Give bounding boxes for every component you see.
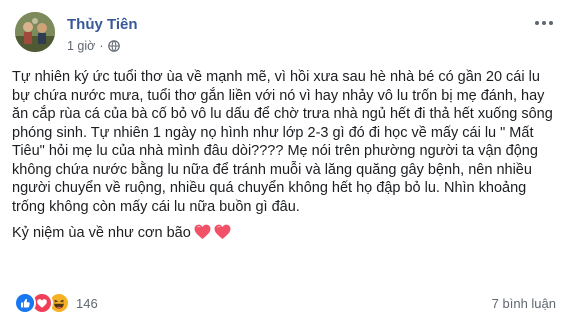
reaction-summary[interactable]: 146 [14, 292, 98, 314]
meta-separator: · [99, 39, 104, 53]
post-paragraph-1: Tự nhiên ký ức tuổi thơ ùa về mạnh mẽ, v… [12, 69, 553, 215]
post-header: Thủy Tiên 1 giờ · [12, 10, 558, 58]
comment-count-link[interactable]: 7 bình luận [492, 296, 556, 311]
like-icon [14, 292, 36, 314]
avatar[interactable] [15, 12, 55, 52]
post-paragraph-2-text: Kỷ niệm ùa về như cơn bão [12, 225, 191, 241]
heart-icon [214, 224, 231, 240]
heart-icon [194, 224, 211, 240]
post-paragraph-2: Kỷ niệm ùa về như cơn bão [12, 224, 560, 243]
reaction-count[interactable]: 146 [76, 296, 98, 311]
post-meta: 1 giờ · [67, 39, 120, 53]
post-timestamp[interactable]: 1 giờ [67, 39, 95, 53]
post-content: Tự nhiên ký ức tuổi thơ ùa về mạnh mẽ, v… [12, 68, 560, 243]
globe-icon[interactable] [107, 40, 120, 52]
post-footer: 146 7 bình luận [12, 292, 558, 316]
author-name[interactable]: Thủy Tiên [67, 16, 138, 33]
facebook-post: Thủy Tiên 1 giờ · Tự nhiên ký ức tuổi th… [0, 0, 570, 324]
more-options-icon[interactable] [532, 14, 556, 32]
